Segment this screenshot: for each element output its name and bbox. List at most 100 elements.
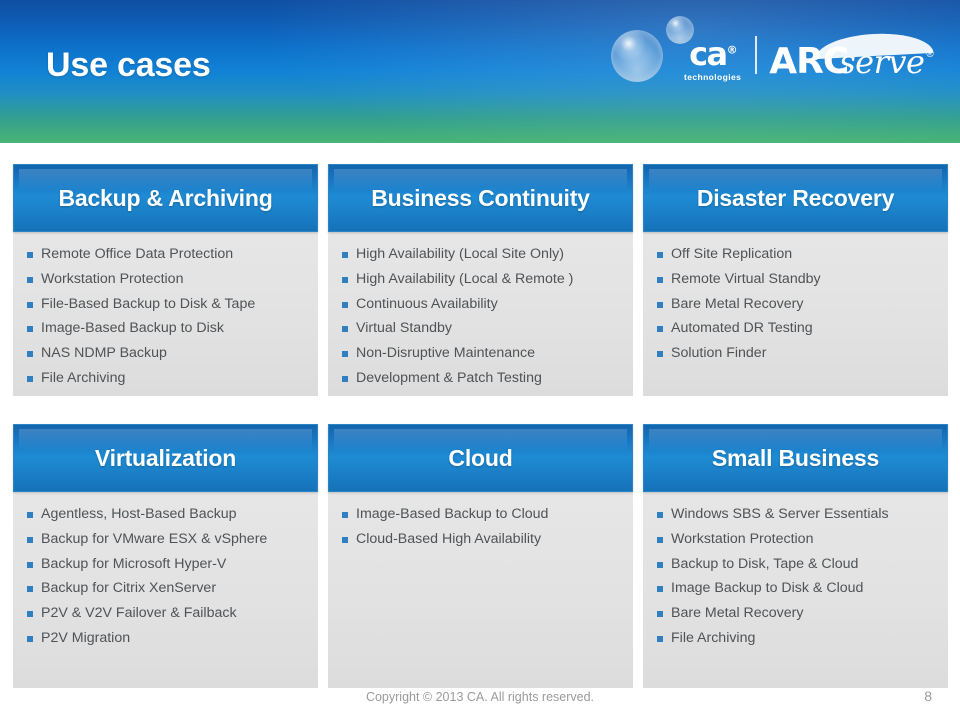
square-bullet-icon <box>657 536 663 543</box>
list-item: File Archiving <box>657 630 940 646</box>
list-item: P2V & V2V Failover & Failback <box>27 605 310 621</box>
panel-header-business-continuity[interactable]: Business Continuity <box>328 164 633 232</box>
square-bullet-icon <box>27 276 33 283</box>
panel-title: Business Continuity <box>371 184 590 211</box>
list-item: Backup for Microsoft Hyper-V <box>27 556 310 572</box>
page-number: 8 <box>924 688 932 704</box>
panel-title: Virtualization <box>94 444 237 471</box>
list-item: Backup for Citrix XenServer <box>27 580 310 596</box>
square-bullet-icon <box>657 512 663 518</box>
list-item: Image Backup to Disk & Cloud <box>657 580 940 596</box>
list-item: Workstation Protection <box>657 531 940 547</box>
square-bullet-icon <box>27 636 33 643</box>
panel-small-business: Small Business Windows SBS & Server Esse… <box>643 424 948 688</box>
list-item: Windows SBS & Server Essentials <box>657 506 940 522</box>
square-bullet-icon <box>342 252 348 258</box>
arcserve-registered-mark: ® <box>926 48 934 60</box>
slide-header-banner: Use cases ca® technologies ARC serve ® <box>0 0 960 143</box>
ca-tagline: technologies <box>684 71 742 82</box>
square-bullet-icon <box>342 376 348 383</box>
list-item: Virtual Standby <box>342 320 625 336</box>
panel-backup-archiving: Backup & Archiving Remote Office Data Pr… <box>13 164 318 396</box>
square-bullet-icon <box>27 586 33 593</box>
water-droplet-large-icon <box>611 30 663 82</box>
square-bullet-icon <box>27 351 33 358</box>
square-bullet-icon <box>657 301 663 308</box>
panel-cloud: Cloud Image-Based Backup to Cloud Cloud-… <box>328 424 633 688</box>
square-bullet-icon <box>657 636 663 643</box>
panel-disaster-recovery: Disaster Recovery Off Site Replication R… <box>643 164 948 396</box>
panel-header-cloud[interactable]: Cloud <box>328 424 633 492</box>
panel-virtualization: Virtualization Agentless, Host-Based Bac… <box>13 424 318 688</box>
square-bullet-icon <box>657 252 663 258</box>
feature-list: High Availability (Local Site Only) High… <box>342 246 625 386</box>
panel-header-backup-archiving[interactable]: Backup & Archiving <box>13 164 318 232</box>
feature-list: Off Site Replication Remote Virtual Stan… <box>657 246 940 362</box>
square-bullet-icon <box>27 512 33 518</box>
list-item: Development & Patch Testing <box>342 370 625 386</box>
square-bullet-icon <box>657 326 663 333</box>
square-bullet-icon <box>342 536 348 543</box>
square-bullet-icon <box>27 561 33 568</box>
list-item: Cloud-Based High Availability <box>342 531 625 547</box>
square-bullet-icon <box>27 252 33 258</box>
use-case-panel-grid: Backup & Archiving Remote Office Data Pr… <box>0 143 960 712</box>
list-item: File Archiving <box>27 370 310 386</box>
panel-body-disaster-recovery: Off Site Replication Remote Virtual Stan… <box>643 232 948 396</box>
list-item: Continuous Availability <box>342 296 625 312</box>
square-bullet-icon <box>27 611 33 618</box>
logo-wordmark: ca® technologies ARC serve ® <box>684 30 934 88</box>
list-item: P2V Migration <box>27 630 310 646</box>
list-item: Backup for VMware ESX & vSphere <box>27 531 310 547</box>
ca-technologies-mark: ca® technologies <box>684 35 742 82</box>
square-bullet-icon <box>342 301 348 308</box>
panel-header-virtualization[interactable]: Virtualization <box>13 424 318 492</box>
list-item: NAS NDMP Backup <box>27 345 310 361</box>
slide-footer: Copyright © 2013 CA. All rights reserved… <box>0 684 960 712</box>
feature-list: Windows SBS & Server Essentials Workstat… <box>657 506 940 646</box>
feature-list: Image-Based Backup to Cloud Cloud-Based … <box>342 506 625 547</box>
square-bullet-icon <box>27 536 33 543</box>
panel-body-small-business: Windows SBS & Server Essentials Workstat… <box>643 492 948 688</box>
panel-body-business-continuity: High Availability (Local Site Only) High… <box>328 232 633 396</box>
square-bullet-icon <box>342 276 348 283</box>
panel-body-cloud: Image-Based Backup to Cloud Cloud-Based … <box>328 492 633 688</box>
list-item: Solution Finder <box>657 345 940 361</box>
list-item: High Availability (Local Site Only) <box>342 246 625 262</box>
ca-registered-mark: ® <box>726 43 738 57</box>
square-bullet-icon <box>657 586 663 593</box>
arcserve-wordmark: ARC serve ® <box>769 30 934 82</box>
panel-body-virtualization: Agentless, Host-Based Backup Backup for … <box>13 492 318 688</box>
list-item: Image-Based Backup to Cloud <box>342 506 625 522</box>
square-bullet-icon <box>657 351 663 358</box>
square-bullet-icon <box>342 351 348 358</box>
panel-title: Cloud <box>448 444 513 471</box>
panel-header-small-business[interactable]: Small Business <box>643 424 948 492</box>
square-bullet-icon <box>657 561 663 568</box>
panel-title: Disaster Recovery <box>696 184 895 211</box>
panel-body-backup-archiving: Remote Office Data Protection Workstatio… <box>13 232 318 396</box>
square-bullet-icon <box>342 326 348 333</box>
square-bullet-icon <box>657 276 663 283</box>
list-item: Image-Based Backup to Disk <box>27 320 310 336</box>
square-bullet-icon <box>27 326 33 333</box>
square-bullet-icon <box>27 301 33 308</box>
page-title: Use cases <box>46 46 211 84</box>
feature-list: Remote Office Data Protection Workstatio… <box>27 246 310 386</box>
square-bullet-icon <box>342 512 348 518</box>
list-item: Bare Metal Recovery <box>657 605 940 621</box>
list-item: Automated DR Testing <box>657 320 940 336</box>
list-item: File-Based Backup to Disk & Tape <box>27 296 310 312</box>
ca-logo-text: ca® <box>689 35 738 74</box>
panel-title: Backup & Archiving <box>58 184 273 211</box>
list-item: Agentless, Host-Based Backup <box>27 506 310 522</box>
copyright-text: Copyright © 2013 CA. All rights reserved… <box>365 690 595 704</box>
list-item: Off Site Replication <box>657 246 940 262</box>
square-bullet-icon <box>27 376 33 383</box>
list-item: Non-Disruptive Maintenance <box>342 345 625 361</box>
panel-header-disaster-recovery[interactable]: Disaster Recovery <box>643 164 948 232</box>
list-item: Remote Office Data Protection <box>27 246 310 262</box>
list-item: Bare Metal Recovery <box>657 296 940 312</box>
arcserve-logo: ca® technologies ARC serve ® <box>600 8 934 100</box>
panel-business-continuity: Business Continuity High Availability (L… <box>328 164 633 396</box>
